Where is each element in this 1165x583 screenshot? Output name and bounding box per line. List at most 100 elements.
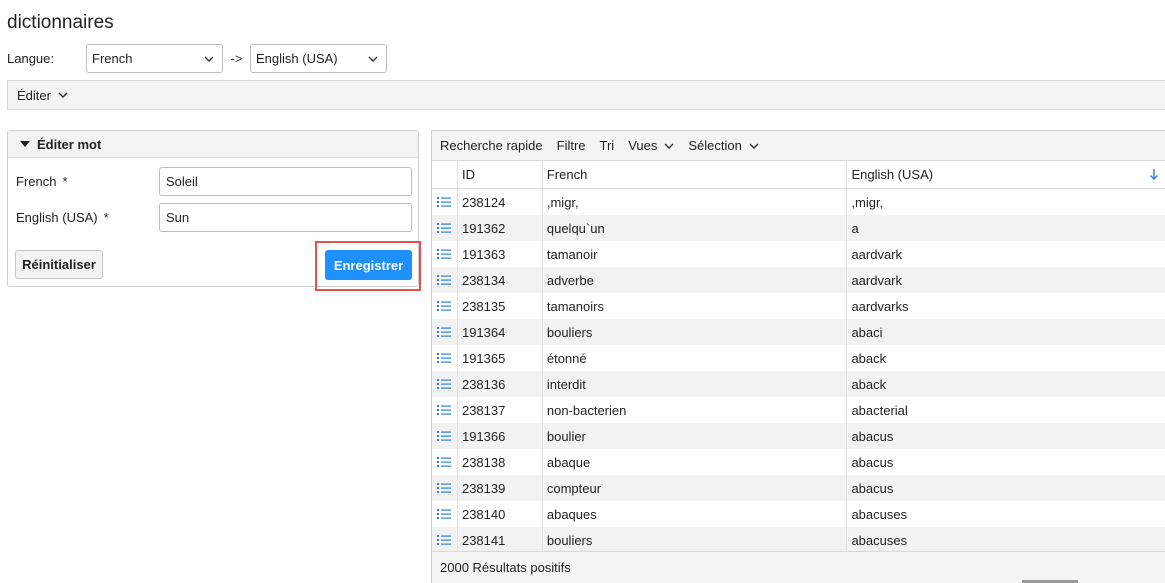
cell-english: abacus [851, 454, 894, 470]
list-icon[interactable] [432, 293, 458, 319]
cell-english: abacuses [851, 532, 908, 548]
table-row[interactable]: 191363 tamanoir aardvark [432, 241, 1165, 267]
cell-id: 238135 [458, 293, 543, 319]
arrow-down-icon [1150, 169, 1158, 180]
quick-search-button[interactable]: Recherche rapide [440, 138, 543, 153]
grid-footer: 2000 Résultats positifs [432, 551, 1165, 583]
table-row[interactable]: 238140 abaques abacuses [432, 501, 1165, 527]
cell-english: aardvarks [851, 298, 909, 314]
column-header-id[interactable]: ID [458, 161, 543, 188]
english-input[interactable]: Sun [159, 203, 412, 232]
selection-menu[interactable]: Sélection [688, 138, 759, 153]
list-icon[interactable] [432, 475, 458, 501]
target-language-select[interactable]: English (USA) [250, 44, 387, 73]
english-field-label: English (USA) * [16, 210, 109, 225]
sort-button[interactable]: Tri [600, 138, 615, 153]
reset-button[interactable]: Réinitialiser [15, 250, 103, 279]
cell-french: ,migr, [543, 189, 848, 215]
list-icon[interactable] [432, 215, 458, 241]
filter-button[interactable]: Filtre [557, 138, 586, 153]
language-label: Langue: [7, 51, 54, 66]
table-row[interactable]: 191362 quelqu`un a [432, 215, 1165, 241]
cell-french: tamanoirs [543, 293, 848, 319]
table-row[interactable]: 238141 bouliers abacuses [432, 527, 1165, 553]
cell-french: abaques [543, 501, 848, 527]
list-icon[interactable] [432, 319, 458, 345]
cell-french: étonné [543, 345, 848, 371]
cell-id: 238124 [458, 189, 543, 215]
table-row[interactable]: 191366 boulier abacus [432, 423, 1165, 449]
edit-menu-label: Éditer [17, 87, 51, 103]
grid-toolbar: Recherche rapide Filtre Tri Vues Sélecti… [432, 131, 1165, 161]
list-icon[interactable] [432, 501, 458, 527]
chevron-down-icon [749, 143, 759, 149]
chevron-down-icon [204, 56, 214, 62]
cell-french: bouliers [543, 319, 848, 345]
cell-english: abaci [851, 324, 883, 340]
cell-english: abacterial [851, 402, 908, 418]
column-header-french[interactable]: French [543, 161, 848, 188]
cell-french: boulier [543, 423, 848, 449]
cell-id: 238136 [458, 371, 543, 397]
source-language-select[interactable]: French [86, 44, 223, 73]
views-menu[interactable]: Vues [628, 138, 674, 153]
views-label: Vues [628, 138, 658, 153]
cell-english: aardvark [851, 246, 903, 262]
cell-id: 238137 [458, 397, 543, 423]
table-row[interactable]: 238138 abaque abacus [432, 449, 1165, 475]
french-input[interactable]: Soleil [159, 167, 412, 196]
cell-id: 191363 [458, 241, 543, 267]
list-icon[interactable] [432, 397, 458, 423]
table-row[interactable]: 238136 interdit aback [432, 371, 1165, 397]
cell-id: 238141 [458, 527, 543, 553]
cell-english: aardvark [851, 272, 903, 288]
cell-french: bouliers [543, 527, 848, 553]
cell-french: tamanoir [543, 241, 848, 267]
table-row[interactable]: 238134 adverbe aardvark [432, 267, 1165, 293]
grid-header-row: ID French English (USA) [432, 161, 1165, 189]
table-row[interactable]: 238139 compteur abacus [432, 475, 1165, 501]
result-count: 2000 Résultats positifs [440, 560, 571, 575]
table-row[interactable]: 238137 non-bacterien abacterial [432, 397, 1165, 423]
cell-id: 238140 [458, 501, 543, 527]
save-button[interactable]: Enregistrer [325, 250, 412, 280]
cell-id: 191365 [458, 345, 543, 371]
list-icon[interactable] [432, 241, 458, 267]
collapse-triangle-icon [20, 141, 30, 147]
selection-label: Sélection [688, 138, 742, 153]
list-icon[interactable] [432, 267, 458, 293]
grid-body: 238124 ,migr, ,migr, 191362 quelqu`un a 191363… [432, 189, 1165, 553]
french-field-label: French * [16, 174, 68, 189]
cell-id: 238134 [458, 267, 543, 293]
header-icon-cell [432, 161, 458, 188]
cell-english: abacus [851, 480, 894, 496]
list-icon[interactable] [432, 527, 458, 553]
column-header-english-label: English (USA) [851, 167, 934, 182]
cell-french: non-bacterien [543, 397, 848, 423]
table-row[interactable]: 191364 bouliers abaci [432, 319, 1165, 345]
list-icon[interactable] [432, 371, 458, 397]
table-row[interactable]: 238135 tamanoirs aardvarks [432, 293, 1165, 319]
cell-id: 191364 [458, 319, 543, 345]
table-row[interactable]: 238124 ,migr, ,migr, [432, 189, 1165, 215]
cell-english: aback [851, 376, 887, 392]
chevron-down-icon [58, 92, 68, 98]
cell-id: 238139 [458, 475, 543, 501]
source-language-value: French [92, 51, 133, 66]
chevron-down-icon [664, 143, 674, 149]
list-icon[interactable] [432, 189, 458, 215]
list-icon[interactable] [432, 345, 458, 371]
cell-english: ,migr, [851, 194, 884, 210]
english-field-row: English (USA) * Sun [16, 203, 412, 232]
language-separator: -> [230, 51, 243, 66]
column-header-english[interactable]: English (USA) [847, 161, 1165, 188]
edit-word-header[interactable]: Éditer mot [8, 131, 418, 158]
list-icon[interactable] [432, 449, 458, 475]
edit-menu[interactable]: Éditer [7, 80, 1165, 110]
french-field-row: French * Soleil [16, 167, 412, 196]
cell-english: abacuses [851, 506, 908, 522]
table-row[interactable]: 191365 étonné aback [432, 345, 1165, 371]
cell-french: adverbe [543, 267, 848, 293]
list-icon[interactable] [432, 423, 458, 449]
cell-french: quelqu`un [543, 215, 848, 241]
